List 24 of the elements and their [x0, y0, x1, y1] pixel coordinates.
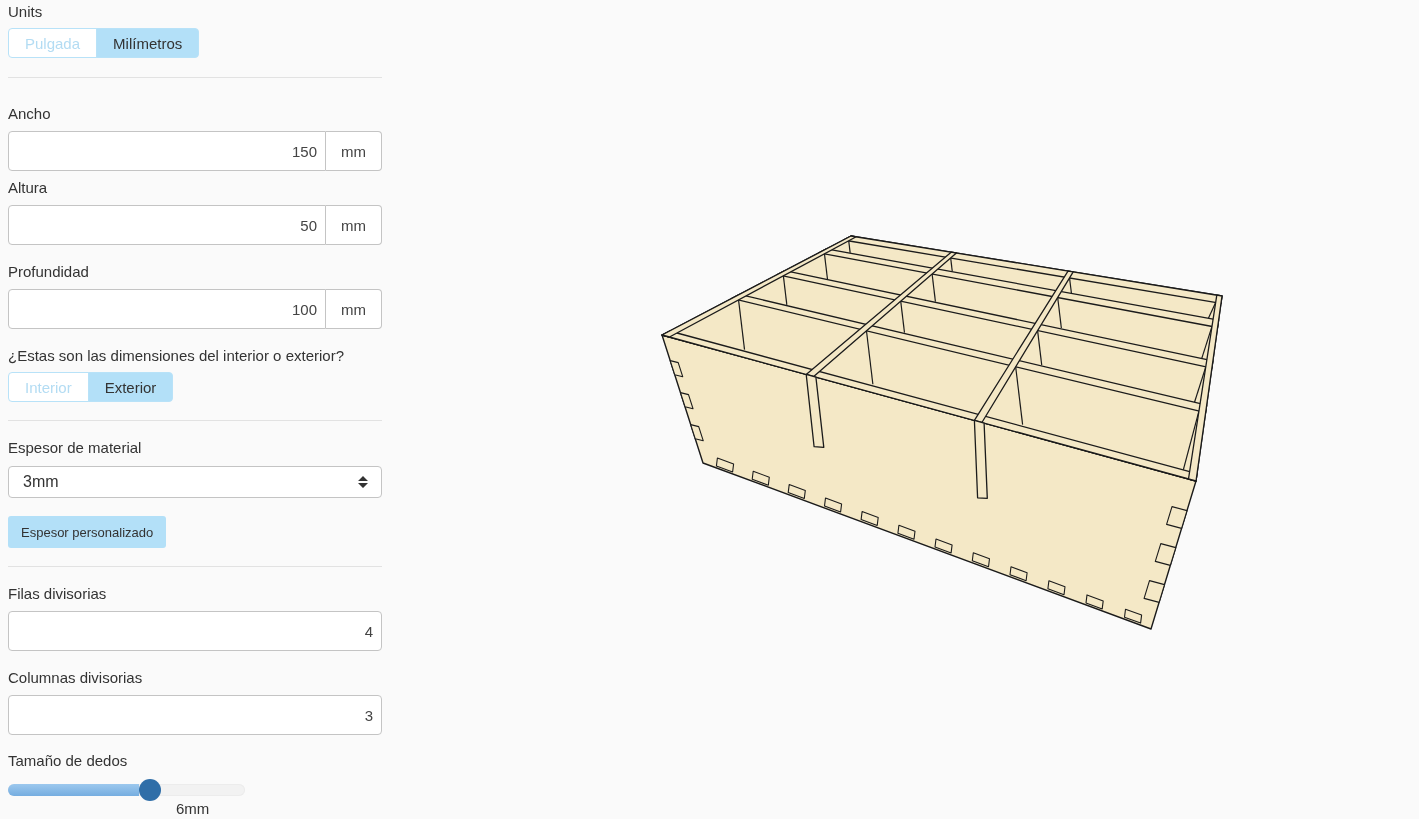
number-input[interactable]: 4 — [8, 611, 382, 651]
field-label: Espesor de material — [8, 438, 142, 458]
field-label: Tamaño de dedos — [8, 751, 128, 771]
field-label: Filas divisorias — [8, 584, 107, 604]
number-input[interactable]: 3 — [8, 695, 382, 735]
custom-thickness-button[interactable]: Espesor personalizado — [8, 516, 167, 548]
number-input[interactable]: 150 — [8, 131, 326, 171]
slider-value: 6mm — [176, 800, 210, 817]
up-down-caret-icon — [358, 476, 368, 488]
thickness-select[interactable]: 3mm — [8, 466, 382, 498]
field-label: Profundidad — [8, 262, 89, 282]
unit-label: mm — [326, 131, 382, 171]
field-label: ¿Estas son las dimensiones del interior o exterior? — [8, 346, 344, 366]
toggle-option[interactable]: Exterior — [87, 372, 174, 402]
number-input[interactable]: 100 — [8, 289, 326, 329]
unit-label: mm — [326, 205, 382, 245]
field-label: Units — [8, 2, 43, 22]
field-label: Columnas divisorias — [8, 668, 143, 688]
slider-handle[interactable] — [139, 779, 162, 801]
field-label: Altura — [8, 178, 48, 198]
unit-label: mm — [326, 289, 382, 329]
toggle-option[interactable]: Milímetros — [96, 28, 200, 58]
field-label: Ancho — [8, 104, 51, 124]
number-input[interactable]: 50 — [8, 205, 326, 245]
